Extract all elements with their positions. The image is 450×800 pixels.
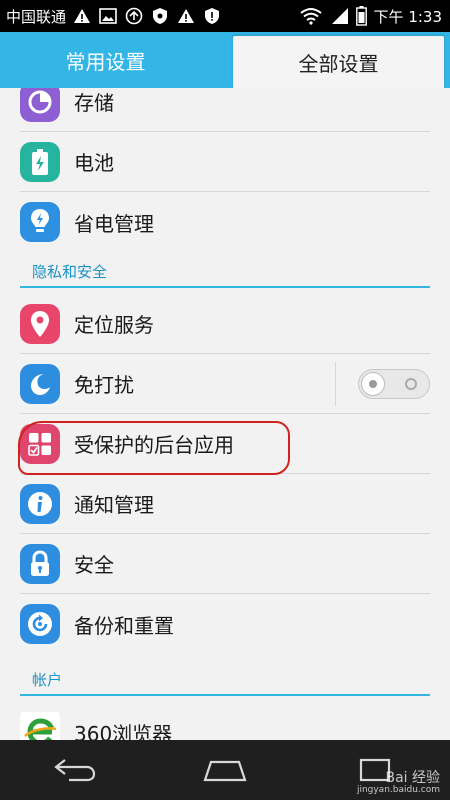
settings-item-power-saving[interactable]: 省电管理 [20,192,430,252]
settings-item-location[interactable]: 定位服务 [20,294,430,354]
home-icon [203,760,247,782]
info-icon [20,483,60,524]
settings-item-label: 安全 [74,553,114,577]
section-header-accounts: 帐户 [20,664,430,696]
settings-list[interactable]: 存储 电池 省电管理 隐私和安全 定位服务 免打扰 受保护的后台应用 通知管理 … [0,88,450,740]
watermark-url: jingyan.baidu.com [356,785,440,796]
settings-item-battery[interactable]: 电池 [20,132,430,192]
settings-tabs: 常用设置 全部设置 [0,32,450,88]
settings-item-label: 备份和重置 [74,613,174,638]
toggle-knob [361,372,385,396]
carrier-label: 中国联通 [6,7,67,26]
alert-icon [72,6,92,26]
shield-icon [150,6,170,26]
settings-item-protected-apps[interactable]: 受保护的后台应用 [20,414,430,474]
settings-item-security[interactable]: 安全 [20,534,430,594]
warning-icon [176,6,196,26]
storage-icon [20,88,60,122]
settings-item-label: 360浏览器 [74,721,173,741]
settings-item-label: 受保护的后台应用 [74,433,234,457]
settings-item-label: 存储 [74,91,114,115]
back-icon [54,759,96,782]
battery-status-icon [356,6,368,26]
moon-icon [20,363,60,404]
settings-item-label: 定位服务 [74,313,154,337]
lock-icon [20,543,60,584]
bulb-icon [20,202,60,242]
browser-360-icon [20,712,60,740]
sync-icon [124,6,144,26]
do-not-disturb-toggle[interactable] [358,369,430,399]
settings-item-backup-reset[interactable]: 备份和重置 [20,594,430,654]
backup-icon [20,604,60,644]
clock-label: 下午 1:33 [373,7,442,26]
tab-common-settings[interactable]: 常用设置 [0,32,231,88]
settings-item-notifications[interactable]: 通知管理 [20,474,430,534]
wifi-icon [298,6,324,26]
back-button[interactable] [45,750,105,790]
settings-item-storage[interactable]: 存储 [20,88,430,132]
watermark: Bai 经验 jingyan.baidu.com [356,769,440,796]
section-header-privacy: 隐私和安全 [20,256,430,288]
battery-icon [20,141,60,182]
protected-apps-icon [20,423,60,464]
settings-item-label: 通知管理 [74,493,154,517]
settings-item-360-browser[interactable]: 360浏览器 [20,702,430,740]
tab-all-settings[interactable]: 全部设置 [233,36,444,88]
signal-icon [330,6,350,26]
toggle-container [335,362,430,406]
settings-item-do-not-disturb[interactable]: 免打扰 [20,354,430,414]
toggle-off-icon [405,378,417,390]
home-button[interactable] [195,750,255,790]
settings-item-label: 省电管理 [74,211,154,236]
location-pin-icon [20,303,60,344]
image-icon [98,6,118,26]
watermark-brand: Bai 经验 [385,769,440,786]
settings-item-label: 免打扰 [74,373,134,397]
status-bar: 中国联通 下午 1:33 [0,0,450,32]
security-shield-icon [202,6,222,26]
navigation-bar: Bai 经验 jingyan.baidu.com [0,740,450,800]
settings-item-label: 电池 [74,151,114,175]
